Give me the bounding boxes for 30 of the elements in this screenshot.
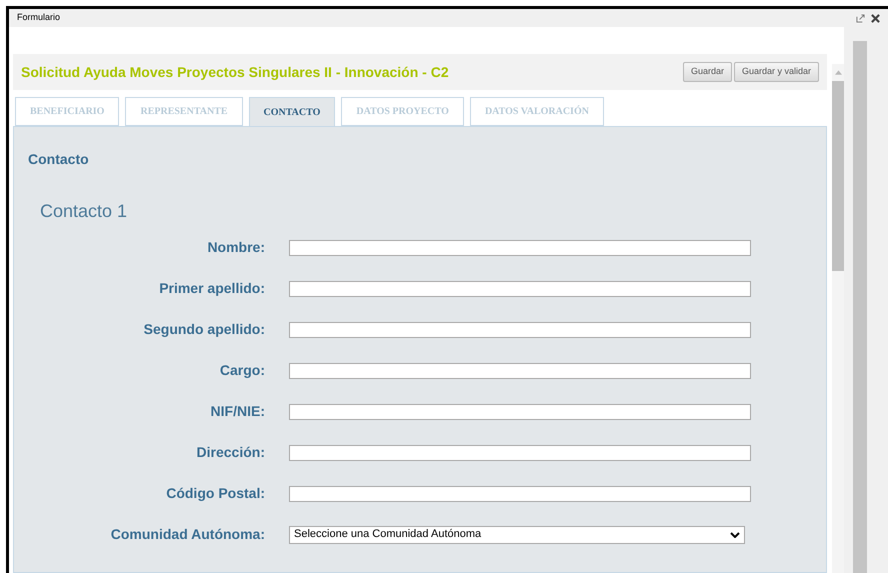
- dropdown[interactable]: Seleccione una Comunidad Autónoma: [289, 526, 745, 544]
- field-label: NIF/NIE:: [210, 402, 265, 421]
- outer-scrollbar[interactable]: [853, 41, 867, 573]
- field-label: Segundo apellido:: [142, 320, 265, 339]
- field-label: Cargo:: [218, 361, 265, 380]
- section-subtitle: Contacto 1: [40, 200, 128, 223]
- text-field[interactable]: [289, 444, 751, 460]
- scrollbar[interactable]: [832, 64, 844, 573]
- field-label: Código Postal:: [165, 484, 265, 503]
- text-field[interactable]: [289, 404, 751, 420]
- text-field[interactable]: [289, 322, 751, 338]
- text-field[interactable]: [289, 240, 751, 256]
- action-button[interactable]: Guardar: [682, 62, 732, 82]
- text-field[interactable]: [289, 280, 751, 296]
- scrollbar-thumb[interactable]: [832, 81, 844, 271]
- text-field[interactable]: [289, 486, 751, 502]
- chevron-down-icon: [730, 532, 740, 538]
- scroll-up-icon[interactable]: [834, 70, 842, 75]
- close-icon[interactable]: [871, 14, 880, 22]
- form-title: Solicitud Ayuda Moves Proyectos Singulares II - Innovación - C2: [21, 62, 449, 82]
- section-title: Contacto: [28, 150, 90, 169]
- window-title: Formulario: [17, 11, 60, 24]
- tab[interactable]: CONTACTO: [248, 97, 336, 126]
- action-button[interactable]: Guardar y validar: [734, 62, 819, 82]
- popout-icon[interactable]: [856, 14, 865, 22]
- field-label: Dirección:: [196, 443, 265, 462]
- field-label: Nombre:: [206, 238, 265, 257]
- text-field[interactable]: [289, 362, 751, 378]
- field-label: Primer apellido:: [158, 279, 265, 298]
- field-label: Comunidad Autónoma:: [110, 525, 265, 544]
